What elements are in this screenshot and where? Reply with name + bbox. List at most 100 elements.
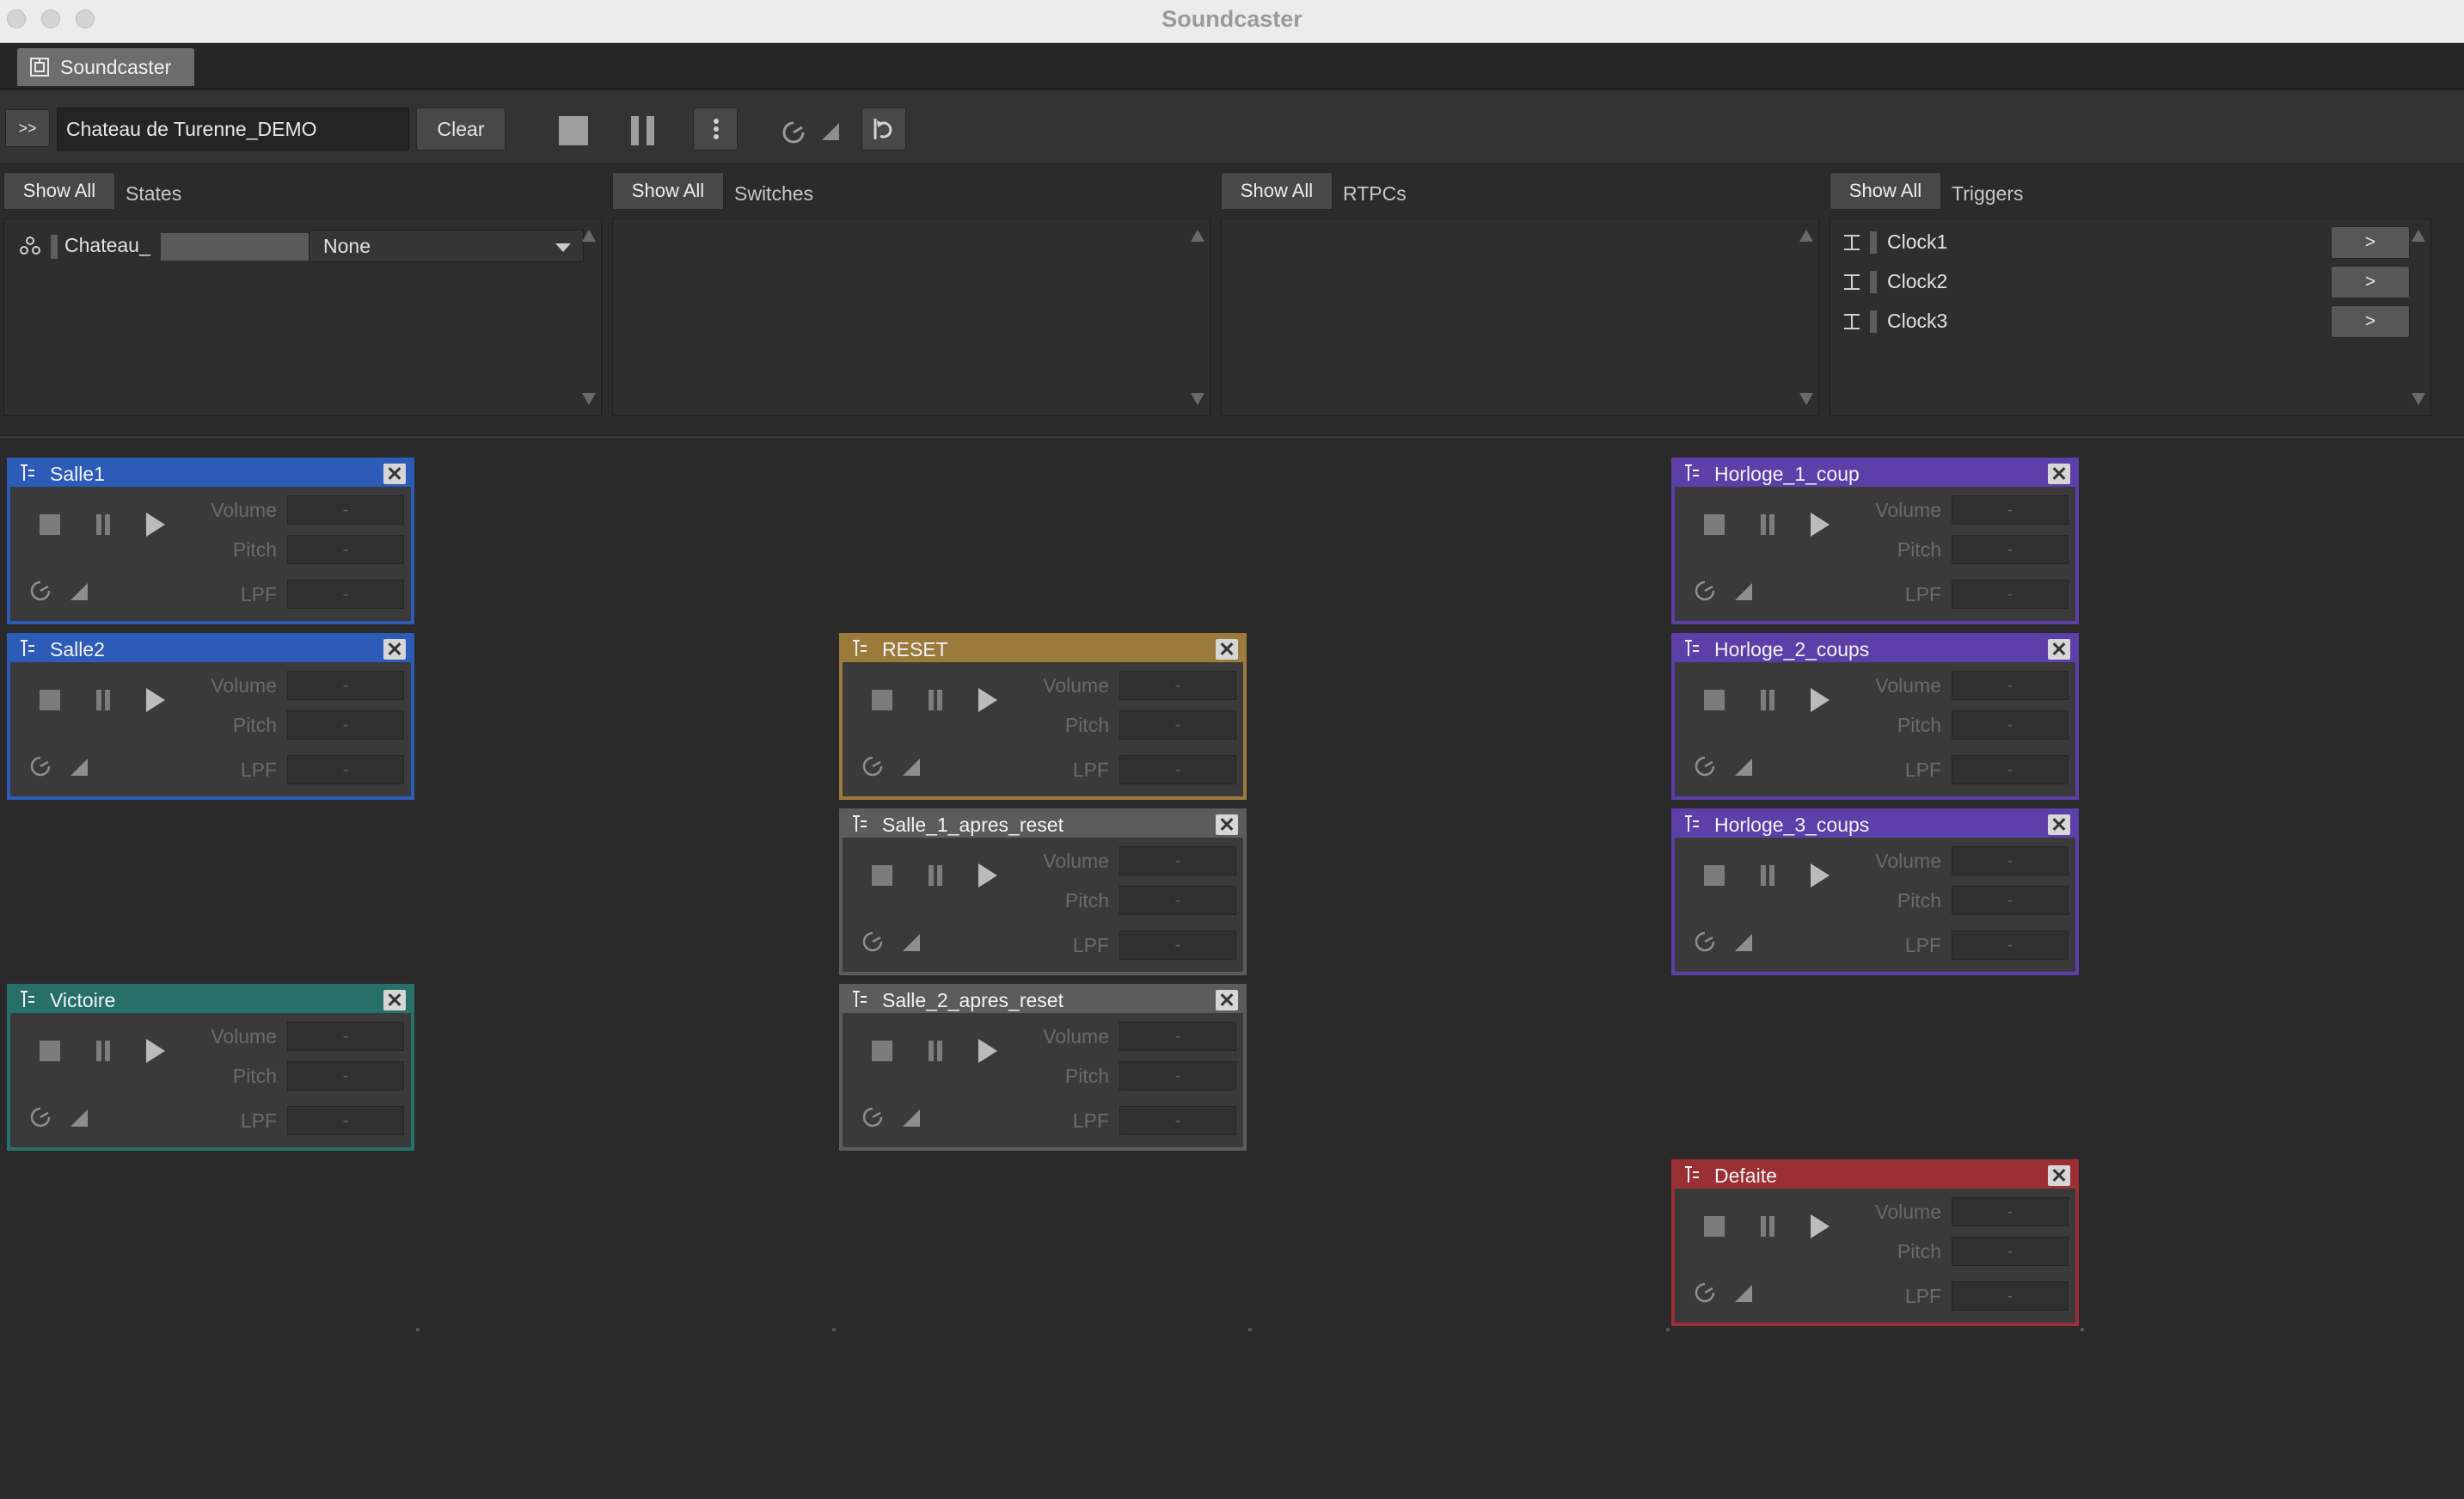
- close-window-button[interactable]: [7, 9, 26, 28]
- pause-button[interactable]: [925, 1041, 946, 1061]
- volume-field[interactable]: -: [1952, 671, 2069, 700]
- mute-icon[interactable]: [1735, 583, 1752, 600]
- stop-button[interactable]: [40, 1041, 60, 1061]
- bypass-icon[interactable]: [1694, 755, 1716, 777]
- pause-button[interactable]: [93, 1041, 113, 1061]
- lpf-field[interactable]: -: [1952, 580, 2069, 609]
- play-button[interactable]: [978, 1039, 997, 1063]
- pause-button[interactable]: [93, 690, 113, 710]
- play-button[interactable]: [1811, 688, 1830, 712]
- close-icon[interactable]: [2048, 464, 2070, 484]
- close-icon[interactable]: [1216, 639, 1238, 660]
- scroll-up-icon[interactable]: [1799, 230, 1813, 242]
- stop-button[interactable]: [1704, 865, 1725, 886]
- bypass-icon[interactable]: [1694, 1281, 1716, 1304]
- event-card[interactable]: Salle_2_apres_reset Volume - Pitch - LPF -: [839, 984, 1247, 1151]
- card-header[interactable]: Horloge_1_coup: [1675, 461, 2075, 487]
- mute-icon[interactable]: [70, 583, 88, 600]
- pitch-field[interactable]: -: [287, 710, 404, 740]
- session-name-field[interactable]: Chateau de Turenne_DEMO: [57, 108, 409, 151]
- card-header[interactable]: Salle2: [10, 636, 411, 662]
- volume-field[interactable]: -: [1119, 1022, 1236, 1051]
- post-trigger-button[interactable]: >: [2331, 266, 2410, 298]
- post-trigger-button[interactable]: >: [2331, 305, 2410, 338]
- lpf-field[interactable]: -: [1952, 1281, 2069, 1311]
- close-icon[interactable]: [383, 464, 406, 484]
- lpf-field[interactable]: -: [1952, 931, 2069, 960]
- event-card[interactable]: Horloge_3_coups Volume - Pitch - LPF -: [1671, 808, 2079, 975]
- stop-button[interactable]: [40, 690, 60, 710]
- close-icon[interactable]: [2048, 639, 2070, 660]
- card-header[interactable]: Defaite: [1675, 1163, 2075, 1189]
- stop-button[interactable]: [872, 1041, 892, 1061]
- volume-field[interactable]: -: [1952, 846, 2069, 875]
- play-button[interactable]: [146, 688, 165, 712]
- mute-icon[interactable]: [1735, 934, 1752, 951]
- mute-icon[interactable]: [903, 759, 920, 776]
- pause-button[interactable]: [925, 690, 946, 710]
- play-button[interactable]: [1811, 863, 1830, 888]
- event-card[interactable]: Horloge_2_coups Volume - Pitch - LPF -: [1671, 633, 2079, 800]
- rtpcs-show-all-button[interactable]: Show All: [1221, 172, 1333, 210]
- lpf-field[interactable]: -: [1952, 755, 2069, 784]
- expand-button[interactable]: >>: [5, 109, 50, 147]
- mute-icon[interactable]: [903, 1109, 920, 1127]
- pause-button[interactable]: [1757, 514, 1778, 535]
- lpf-field[interactable]: -: [1119, 1106, 1236, 1135]
- event-card[interactable]: Salle_1_apres_reset Volume - Pitch - LPF -: [839, 808, 1247, 975]
- lpf-field[interactable]: -: [287, 755, 404, 784]
- pitch-field[interactable]: -: [1952, 710, 2069, 740]
- post-trigger-button[interactable]: >: [2331, 226, 2410, 259]
- pitch-field[interactable]: -: [287, 535, 404, 564]
- volume-field[interactable]: -: [1119, 671, 1236, 700]
- pitch-field[interactable]: -: [1952, 1237, 2069, 1266]
- zoom-window-button[interactable]: [76, 9, 95, 28]
- play-button[interactable]: [978, 863, 997, 888]
- event-card[interactable]: Victoire Volume - Pitch - LPF -: [7, 984, 414, 1151]
- mute-icon[interactable]: [70, 759, 88, 776]
- volume-field[interactable]: -: [287, 671, 404, 700]
- close-icon[interactable]: [2048, 814, 2070, 835]
- mute-icon[interactable]: [903, 934, 920, 951]
- pitch-field[interactable]: -: [1952, 886, 2069, 915]
- volume-field[interactable]: -: [1119, 846, 1236, 875]
- volume-field[interactable]: -: [1952, 1197, 2069, 1226]
- close-icon[interactable]: [383, 990, 406, 1011]
- play-button[interactable]: [1811, 513, 1830, 537]
- stop-button[interactable]: [872, 865, 892, 886]
- switches-scrollbar[interactable]: [1187, 223, 1206, 412]
- pause-button[interactable]: [925, 865, 946, 886]
- state-value-select[interactable]: None: [309, 230, 584, 262]
- pause-button[interactable]: [1757, 1216, 1778, 1237]
- bypass-icon[interactable]: [861, 931, 884, 953]
- bypass-icon[interactable]: [861, 755, 884, 777]
- clear-button[interactable]: Clear: [416, 108, 506, 151]
- play-button[interactable]: [1811, 1214, 1830, 1238]
- bypass-icon[interactable]: [29, 755, 52, 777]
- volume-field[interactable]: -: [1952, 495, 2069, 525]
- event-card[interactable]: Salle1 Volume - Pitch - LPF -: [7, 458, 414, 624]
- card-header[interactable]: Horloge_2_coups: [1675, 636, 2075, 662]
- mute-icon[interactable]: [1735, 759, 1752, 776]
- tab-soundcaster[interactable]: Soundcaster: [17, 48, 194, 86]
- card-header[interactable]: Salle1: [10, 461, 411, 487]
- scroll-down-icon[interactable]: [582, 393, 596, 405]
- event-card[interactable]: Salle2 Volume - Pitch - LPF -: [7, 633, 414, 800]
- minimize-window-button[interactable]: [41, 9, 60, 28]
- event-card[interactable]: Defaite Volume - Pitch - LPF -: [1671, 1159, 2079, 1326]
- pitch-field[interactable]: -: [1119, 710, 1236, 740]
- pause-all-button[interactable]: [629, 116, 659, 145]
- scroll-up-icon[interactable]: [2412, 230, 2425, 242]
- stop-button[interactable]: [40, 514, 60, 535]
- card-header[interactable]: Salle_2_apres_reset: [843, 987, 1243, 1013]
- play-button[interactable]: [146, 1039, 165, 1063]
- card-header[interactable]: Horloge_3_coups: [1675, 812, 2075, 838]
- triggers-scrollbar[interactable]: [2408, 223, 2427, 412]
- event-card[interactable]: RESET Volume - Pitch - LPF -: [839, 633, 1247, 800]
- section-splitter[interactable]: [0, 435, 2464, 438]
- bypass-icon[interactable]: [29, 1106, 52, 1128]
- reset-all-button[interactable]: [861, 108, 906, 151]
- pitch-field[interactable]: -: [1952, 535, 2069, 564]
- states-show-all-button[interactable]: Show All: [3, 172, 115, 210]
- bypass-icon[interactable]: [1694, 580, 1716, 602]
